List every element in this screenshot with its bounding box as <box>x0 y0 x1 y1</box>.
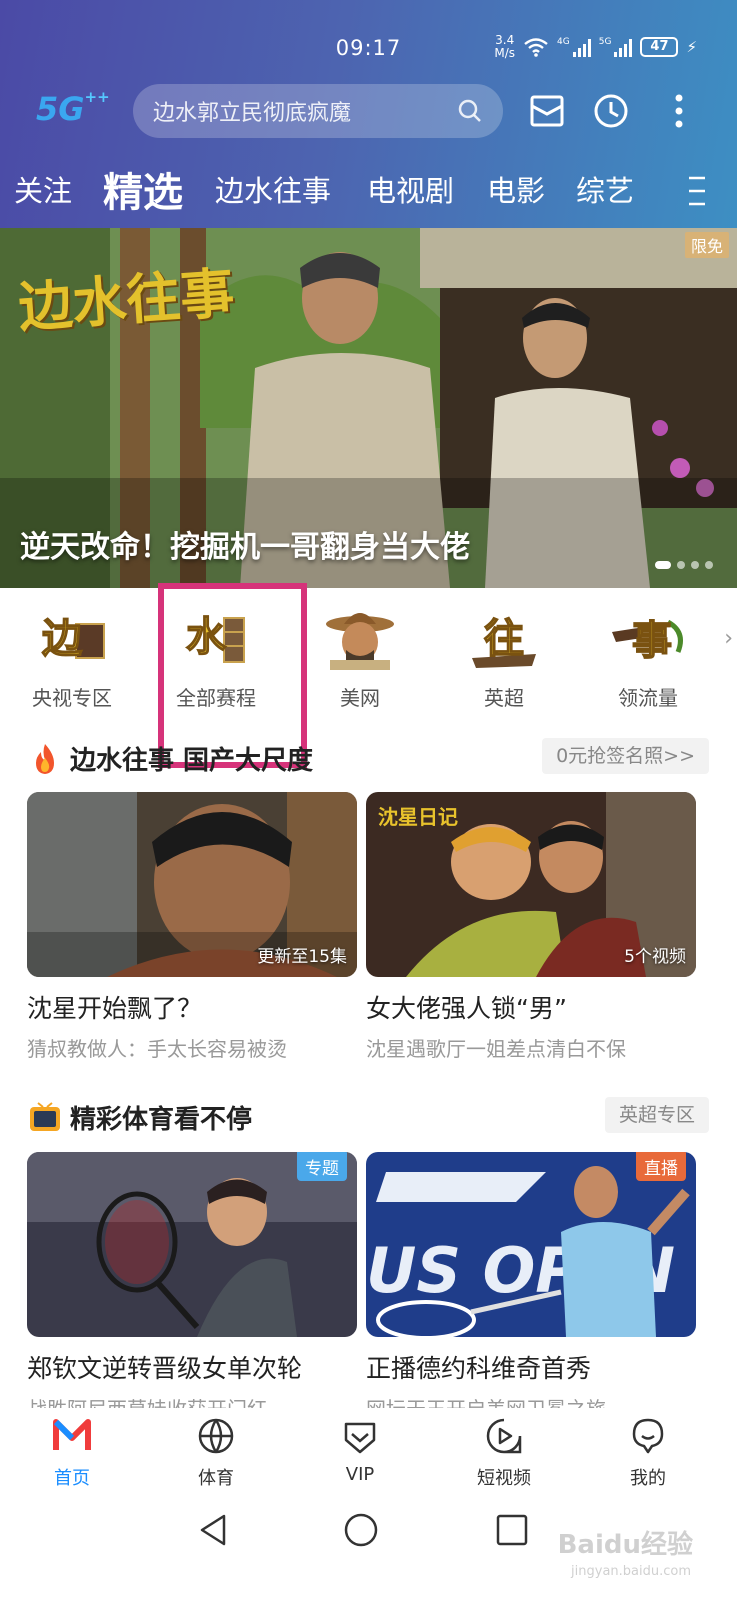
card-subtitle: 沈星遇歌厅一姐差点清白不保 <box>366 1037 626 1061</box>
show-logo: 边水往事 <box>16 261 237 340</box>
card-title[interactable]: 郑钦文逆转晋级女单次轮 <box>27 1349 357 1385</box>
category-cctv[interactable]: 边 央视专区 <box>12 602 132 711</box>
net-speed: 3.4 M/s <box>494 33 516 60</box>
history-icon[interactable] <box>592 92 630 130</box>
card-title[interactable]: 沈星开始飘了？ <box>27 989 357 1025</box>
system-nav-bar: Baidu经验 jingyan.baidu.com <box>0 1494 737 1600</box>
charging-icon: ⚡ <box>686 38 697 56</box>
wifi-icon <box>524 38 548 57</box>
svg-text:边: 边 <box>42 616 83 662</box>
channel-menu-icon[interactable] <box>685 174 709 208</box>
message-box-icon[interactable] <box>528 92 566 130</box>
bian-glyph-icon: 边 <box>41 615 105 663</box>
card-subtitle: 猜叔教做人：手太长容易被烫 <box>27 1037 287 1061</box>
search-placeholder[interactable]: 边水郭立民彻底疯魔 <box>153 95 457 127</box>
profile-icon <box>632 1418 664 1454</box>
nav-vip[interactable]: VIP <box>310 1416 410 1485</box>
back-icon[interactable] <box>194 1510 234 1550</box>
recents-icon[interactable] <box>492 1510 532 1550</box>
category-premier-league[interactable]: 往 英超 <box>444 602 564 711</box>
wang-glyph-icon: 往 <box>472 615 536 668</box>
app-header: 09:17 3.4 M/s 4G 5G 47 ⚡ 5G++ 边水郭立民彻底疯魔 … <box>0 0 737 228</box>
card-title[interactable]: 女大佬强人锁“男” <box>366 989 696 1025</box>
tab-bianshui[interactable]: 边水往事 <box>215 168 331 210</box>
watermark: Baidu经验 <box>557 1530 693 1560</box>
watermark-url: jingyan.baidu.com <box>571 1564 691 1579</box>
video-thumbnail[interactable]: 沈星日记 5个视频 <box>366 792 696 977</box>
nav-home[interactable]: 首页 <box>22 1416 122 1490</box>
basketball-icon <box>198 1418 234 1454</box>
category-get-data[interactable]: 事 领流量 <box>588 602 708 711</box>
category-row: 边 央视专区 水 全部赛程 美网 往 英超 事 领流量 › <box>0 588 737 718</box>
video-thumbnail[interactable]: US OPEN 直播 <box>366 1152 696 1337</box>
hero-banner[interactable]: 边水往事 限免 逆天改命！挖掘机一哥翻身当大佬 <box>0 228 737 588</box>
section-title: 精彩体育看不停 <box>70 1105 253 1135</box>
free-badge: 限免 <box>684 232 729 258</box>
video-card[interactable]: 更新至15集 沈星开始飘了？ 猜叔教做人：手太长容易被烫 <box>27 792 357 1062</box>
nav-short-video[interactable]: 短视频 <box>454 1416 554 1490</box>
banner-title[interactable]: 逆天改命！挖掘机一哥翻身当大佬 <box>20 522 470 566</box>
live-tag: 直播 <box>636 1152 686 1181</box>
fire-icon <box>36 744 54 774</box>
search-bar[interactable]: 边水郭立民彻底疯魔 <box>133 84 503 138</box>
video-thumbnail[interactable]: 专题 <box>27 1152 357 1337</box>
tv-icon <box>30 1102 60 1131</box>
cowboy-character-icon <box>326 613 394 670</box>
svg-text:事: 事 <box>632 618 672 664</box>
card-title[interactable]: 正播德约科维奇首秀 <box>366 1349 696 1385</box>
home-logo-icon <box>53 1419 91 1450</box>
topic-tag: 专题 <box>297 1152 347 1181</box>
premier-league-link[interactable]: 英超专区 <box>604 1097 709 1133</box>
status-indicators: 3.4 M/s 4G 5G 47 ⚡ <box>494 34 697 60</box>
app-logo[interactable]: 5G++ <box>36 88 110 128</box>
video-card[interactable]: 专题 郑钦文逆转晋级女单次轮 战胜阿尼西莫娃收获开门红 <box>27 1152 357 1422</box>
video-card[interactable]: US OPEN 直播 正播德约科维奇首秀 网坛天王开启美网卫冕之旅 <box>366 1152 696 1422</box>
status-bar: 09:17 3.4 M/s 4G 5G 47 ⚡ <box>0 28 737 72</box>
tab-variety[interactable]: 综艺 <box>576 168 634 210</box>
tab-movies[interactable]: 电影 <box>487 168 545 210</box>
signal-icon-sim2: 5G <box>599 37 633 57</box>
svg-text:沈星日记: 沈星日记 <box>378 805 458 829</box>
shi-glyph-icon: 事 <box>612 617 683 665</box>
nav-sports[interactable]: 体育 <box>166 1416 266 1490</box>
chevron-right-icon[interactable]: › <box>724 626 733 651</box>
svg-text:往: 往 <box>484 616 524 662</box>
signed-photo-link[interactable]: 0元抢签名照>> <box>542 738 709 774</box>
search-icon[interactable] <box>457 98 483 124</box>
vip-diamond-icon <box>344 1422 376 1454</box>
tab-follow[interactable]: 关注 <box>14 168 72 210</box>
section-header-sports: 精彩体育看不停 英超专区 <box>0 1097 737 1139</box>
section-title: 边水往事 国产大尺度 <box>70 746 314 776</box>
video-card[interactable]: 沈星日记 5个视频 女大佬强人锁“男” 沈星遇歌厅一姐差点清白不保 <box>366 792 696 1062</box>
signal-icon-sim1: 4G <box>557 37 591 57</box>
carousel-indicator <box>655 561 713 569</box>
tab-tv-series[interactable]: 电视剧 <box>367 168 454 210</box>
bottom-nav: 首页 体育 VIP 短视频 我的 <box>0 1408 737 1494</box>
play-circle-icon <box>486 1418 522 1454</box>
nav-mine[interactable]: 我的 <box>598 1416 698 1490</box>
tab-featured[interactable]: 精选 <box>103 160 183 218</box>
battery-icon: 47 <box>640 37 679 57</box>
home-icon[interactable] <box>341 1510 381 1550</box>
episode-count: 更新至15集 <box>257 947 347 967</box>
video-count: 5个视频 <box>624 947 686 967</box>
video-thumbnail[interactable]: 更新至15集 <box>27 792 357 977</box>
channel-tabs: 关注 精选 边水往事 电视剧 电影 综艺 <box>0 160 737 220</box>
more-menu-icon[interactable] <box>660 92 698 130</box>
category-us-open[interactable]: 美网 <box>300 602 420 711</box>
section-header-bianshui: 边水往事 国产大尺度 0元抢签名照>> <box>0 738 737 780</box>
